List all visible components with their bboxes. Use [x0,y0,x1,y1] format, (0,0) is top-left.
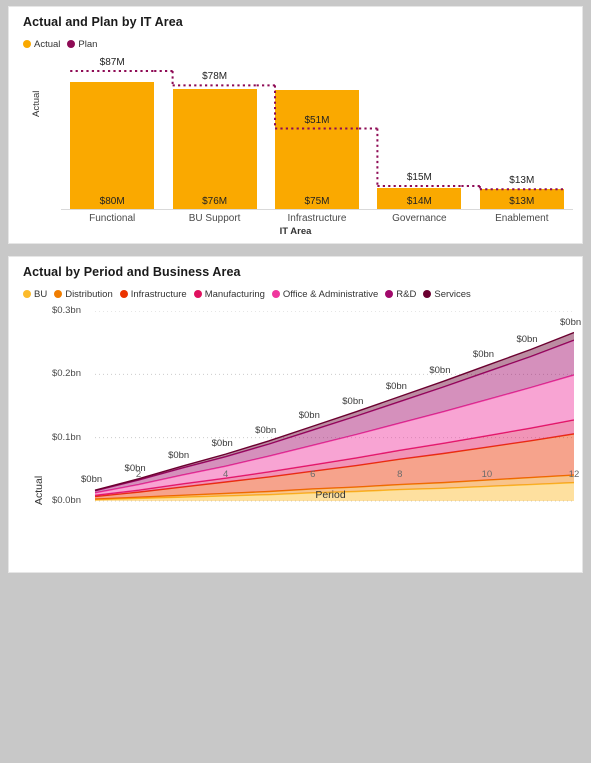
area-data-label: $0bn [168,450,190,462]
area-data-label: $0bn [429,365,451,377]
area-x-tick: 12 [568,469,580,480]
bar-baseline [61,209,573,210]
area-y-tick: $0.1bn [51,431,81,443]
legend-swatch-icon [23,290,31,298]
legend-item-label: R&D [396,289,417,300]
legend-item-manufacturing[interactable]: Manufacturing [193,289,265,300]
legend-swatch-icon [67,40,76,48]
legend-item-plan[interactable]: Plan [67,39,97,50]
legend-item-label: Plan [78,39,98,50]
bar-category-label[interactable]: Enablement [472,213,572,224]
bar-y-axis-title: Actual [31,90,42,117]
bar-chart-legend[interactable]: Actual Plan [23,39,104,50]
legend-swatch-icon [271,290,280,298]
legend-item-label: Office & Administrative [282,289,379,300]
area-chart-panel[interactable]: Actual by Period and Business Area BU Dis… [8,256,583,573]
legend-swatch-icon [423,290,432,298]
area-y-tick: $0.2bn [51,368,81,380]
legend-item-label: Infrastructure [130,289,187,300]
legend-swatch-icon [193,290,202,298]
legend-item-distribution[interactable]: Distribution [54,289,113,300]
area-x-tick: 8 [397,469,403,480]
legend-swatch-icon [385,290,394,298]
legend-item-label: Actual [34,39,61,50]
bar-chart-panel[interactable]: Actual and Plan by IT Area Actual Plan Ac… [8,6,583,244]
area-chart-svg [94,311,574,502]
area-x-tick: 2 [135,469,142,480]
legend-swatch-icon [23,40,31,48]
area-data-label: $0bn [385,380,407,392]
area-chart-title: Actual by Period and Business Area [23,265,241,279]
area-x-tick: 6 [310,469,316,480]
area-data-label: $0bn [560,316,582,328]
legend-swatch-icon [119,290,128,298]
legend-swatch-icon [54,290,63,298]
area-data-label: $0bn [298,410,320,422]
bar-x-axis-title: IT Area [279,226,312,237]
bar-chart-title: Actual and Plan by IT Area [23,15,183,29]
area-plot-area: $0bn $0bn $0bn $0bn $0bn $0bn $0bn $0bn $0bn $0bn… [81,311,581,763]
bar-category-label[interactable]: BU Support [165,213,265,224]
area-data-label: $0bn [472,349,495,361]
area-y-tick: $0.0bn [51,495,81,506]
bar-category-label[interactable]: Infrastructure [267,213,367,224]
area-data-label: $0bn [81,474,103,486]
plan-step-line [70,69,564,191]
legend-item-label: Manufacturing [204,289,265,300]
area-data-label: $0bn [342,395,364,407]
area-x-tick: 4 [222,469,229,480]
area-chart-legend[interactable]: BU Distribution Infrastructure Manufacturin… [23,289,478,300]
legend-item-services[interactable]: Services [423,289,471,300]
area-data-label: $0bn [211,438,233,450]
bar-category-label[interactable]: Functional [62,213,162,224]
legend-item-bu[interactable]: BU [23,289,47,300]
legend-item-label: BU [34,289,48,300]
legend-item-label: Distribution [65,289,113,300]
area-data-label: $0bn [516,333,538,345]
legend-item-office-administrative[interactable]: Office & Administrative [271,289,379,300]
area-y-tick: $0.3bn [51,305,81,316]
legend-item-r-d[interactable]: R&D [385,289,416,300]
legend-item-label: Services [434,289,471,300]
area-y-tick-labels: $0.0bn $0.1bn $0.2bn $0.3bn [19,305,81,763]
area-x-axis-title: Period [315,489,346,501]
bar-plot-area: $80M $87M $76M $78M $75M $51M $14M $15M $13M $13M [61,57,573,210]
area-data-label: $0bn [255,424,277,436]
legend-item-infrastructure[interactable]: Infrastructure [119,289,187,300]
bar-category-label[interactable]: Governance [369,213,469,224]
legend-item-actual[interactable]: Actual [23,39,60,50]
area-x-tick: 10 [481,469,493,480]
